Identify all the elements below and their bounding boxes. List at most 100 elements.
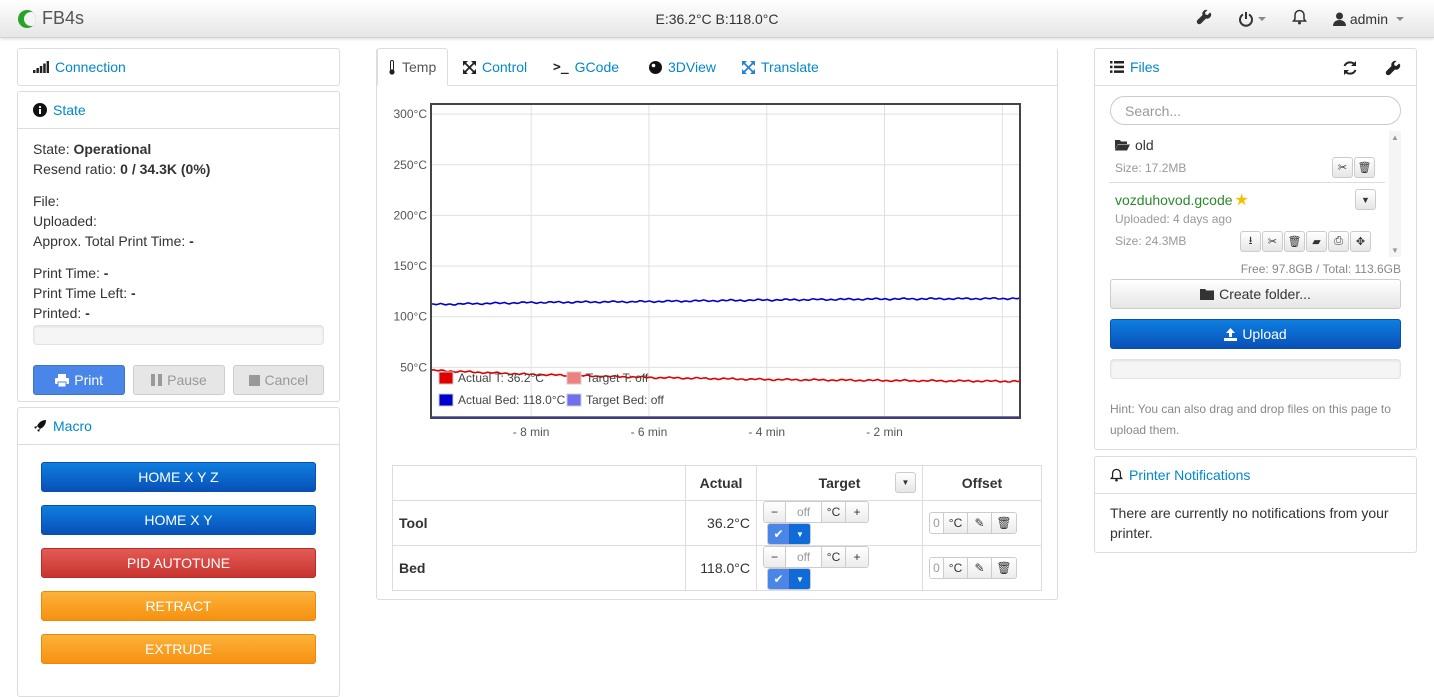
- bed-target-input[interactable]: off: [786, 547, 822, 567]
- expand-icon[interactable]: ✥: [1350, 231, 1371, 252]
- file-name: vozduhovod.gcode: [1115, 192, 1233, 208]
- file-list[interactable]: old Size: 17.2MB ✂ 🗑 vozduhovod.gcode ★ …: [1109, 131, 1401, 257]
- macro-retract-button[interactable]: RETRACT: [41, 591, 316, 621]
- notifications-header[interactable]: Printer Notifications: [1095, 457, 1416, 494]
- scissors-icon[interactable]: ✂: [1332, 157, 1353, 178]
- target-dropdown-button[interactable]: ▼: [895, 472, 916, 493]
- scrollbar[interactable]: ▲ ▼: [1389, 131, 1401, 257]
- bed-actual: 118.0°C: [685, 545, 757, 591]
- resend-value: 0 / 34.3K (0%): [120, 161, 211, 177]
- pause-button[interactable]: Pause: [133, 365, 225, 395]
- tool-offset-input[interactable]: 0: [930, 513, 944, 533]
- state-header[interactable]: State: [18, 92, 339, 129]
- translate-icon: [742, 60, 755, 74]
- x-tick-label: - 2 min: [866, 425, 903, 439]
- scissors-icon[interactable]: ✂: [1262, 231, 1283, 252]
- legend-swatch: [566, 371, 582, 385]
- macro-extrude-button[interactable]: EXTRUDE: [41, 634, 316, 664]
- printer-icon[interactable]: ⎙: [1328, 231, 1349, 252]
- pencil-icon[interactable]: ✎: [968, 558, 992, 578]
- arrows-icon: [463, 60, 476, 74]
- plus-icon[interactable]: +: [846, 502, 868, 522]
- tab-3dview[interactable]: 3DView: [639, 48, 726, 86]
- tab-gcode[interactable]: >_ GCode: [543, 48, 629, 86]
- x-tick-label: - 8 min: [513, 425, 550, 439]
- col-target: Target ▼: [756, 465, 923, 501]
- trash-icon[interactable]: 🗑: [1354, 157, 1375, 178]
- chevron-down-icon[interactable]: ▼: [790, 569, 810, 589]
- legend-swatch: [438, 393, 454, 407]
- bell-icon[interactable]: [1291, 9, 1307, 28]
- trash-icon[interactable]: 🗑: [992, 558, 1016, 578]
- resend-line: Resend ratio: 0 / 34.3K (0%): [33, 161, 211, 177]
- storage-info: Free: 97.8GB / Total: 113.6GB: [1240, 262, 1401, 276]
- legend-label: Target T: off: [586, 371, 649, 385]
- list-item[interactable]: old Size: 17.2MB ✂ 🗑: [1109, 131, 1385, 183]
- chevron-down-icon: [1257, 16, 1266, 21]
- x-tick-label: - 6 min: [631, 425, 668, 439]
- macro-home-xyz-button[interactable]: HOME X Y Z: [41, 462, 316, 492]
- wrench-icon[interactable]: [1196, 9, 1212, 28]
- row-bed-name: Bed: [392, 545, 686, 591]
- temperature-chart: 300°C 250°C 200°C 150°C 100°C 50°C - 8 min - 6 …: [394, 103, 1021, 439]
- files-title[interactable]: Files: [1130, 59, 1160, 75]
- user-menu[interactable]: admin: [1332, 11, 1404, 27]
- macro-pid-autotune-button[interactable]: PID AUTOTUNE: [41, 548, 316, 578]
- y-tick-label: 200°C: [394, 208, 428, 222]
- state-panel: State State: Operational Resend ratio: 0…: [17, 91, 340, 402]
- tool-target-group: − off °C +: [763, 501, 869, 523]
- files-search-input[interactable]: Search...: [1110, 96, 1401, 125]
- check-icon[interactable]: ✔: [768, 524, 790, 544]
- y-tick-label: 250°C: [394, 158, 428, 172]
- folder-open-icon[interactable]: ▰: [1306, 231, 1327, 252]
- trash-icon[interactable]: 🗑: [1284, 231, 1305, 252]
- list-item[interactable]: vozduhovod.gcode ★ ▼ Uploaded: 4 days ag…: [1109, 184, 1385, 258]
- print-button[interactable]: Print: [33, 365, 126, 395]
- col-offset: Offset: [922, 465, 1042, 501]
- files-header: Files: [1095, 49, 1416, 86]
- create-folder-button[interactable]: Create folder...: [1110, 279, 1401, 309]
- x-tick-label: - 4 min: [748, 425, 785, 439]
- file-uploaded: Uploaded: 4 days ago: [1115, 212, 1232, 226]
- main-tabs: Temp Control >_ GCode 3DView Translate: [377, 48, 1057, 86]
- connection-header[interactable]: Connection: [18, 49, 339, 85]
- legend-swatch: [438, 371, 454, 385]
- pencil-icon[interactable]: ✎: [968, 513, 992, 533]
- y-tick-label: 100°C: [394, 310, 428, 324]
- chevron-down-icon[interactable]: ▼: [1355, 189, 1376, 210]
- upload-button[interactable]: Upload: [1110, 319, 1401, 349]
- folder-name: old: [1135, 137, 1154, 153]
- file-size: Size: 24.3MB: [1115, 234, 1187, 248]
- notifications-text: There are currently no notifications fro…: [1110, 505, 1389, 541]
- wrench-icon[interactable]: [1385, 60, 1401, 76]
- macro-home-xy-button[interactable]: HOME X Y: [41, 505, 316, 535]
- stop-icon: [248, 374, 260, 386]
- bed-target-group: − off °C +: [763, 546, 869, 568]
- tab-translate[interactable]: Translate: [732, 48, 829, 86]
- chevron-down-icon[interactable]: ▼: [790, 524, 810, 544]
- trash-icon[interactable]: 🗑: [992, 513, 1016, 533]
- tab-control[interactable]: Control: [453, 48, 537, 86]
- minus-icon[interactable]: −: [764, 502, 786, 522]
- info-icon: [33, 103, 47, 117]
- notifications-title: Printer Notifications: [1129, 467, 1251, 483]
- upload-progress-bar: [1110, 359, 1401, 379]
- folder-open-icon: [1115, 140, 1130, 151]
- cancel-button[interactable]: Cancel: [232, 365, 324, 395]
- print-progress-bar: [33, 325, 324, 345]
- power-menu[interactable]: [1238, 11, 1266, 27]
- minus-icon[interactable]: −: [764, 547, 786, 567]
- refresh-icon[interactable]: [1342, 60, 1358, 76]
- download-icon[interactable]: ⭳: [1240, 231, 1261, 252]
- tool-target-input[interactable]: off: [786, 502, 822, 522]
- state-line: State: Operational: [33, 141, 152, 157]
- chevron-down-icon: [1396, 16, 1404, 21]
- tool-actual: 36.2°C: [685, 500, 757, 546]
- macro-header[interactable]: Macro: [18, 408, 339, 445]
- bed-offset-input[interactable]: 0: [930, 558, 944, 578]
- check-icon[interactable]: ✔: [768, 569, 790, 589]
- plus-icon[interactable]: +: [846, 547, 868, 567]
- legend-swatch: [566, 393, 582, 407]
- rocket-icon: [34, 420, 46, 432]
- tab-temp[interactable]: Temp: [377, 48, 448, 86]
